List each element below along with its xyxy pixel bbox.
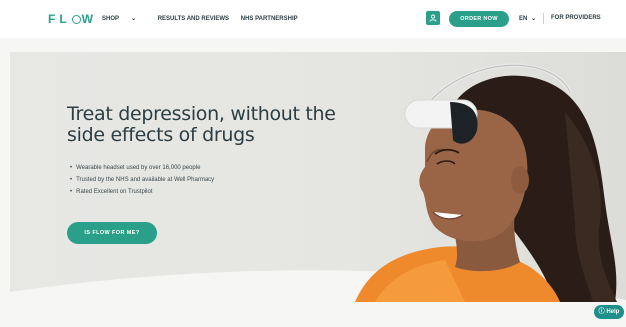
nav-shop-label: SHOP [102,16,120,22]
hero-headline: Treat depression, without the side effec… [67,103,336,146]
chevron-down-icon: ⌄ [131,16,137,22]
nav-item-nhs-partnership[interactable]: NHS PARTNERSHIP [241,16,298,22]
for-providers-link[interactable]: FOR PROVIDERS [551,15,601,21]
help-button[interactable]: ⓘ Help [594,305,624,319]
list-item: Trusted by the NHS and available at Well… [70,176,214,188]
language-label: EN [519,16,528,22]
nav-divider [543,13,544,24]
list-item: Rated Excellent on Trustpilot [70,188,214,200]
help-circle-icon: ⓘ [598,309,605,315]
order-now-button[interactable]: ORDER NOW [449,11,509,27]
chevron-down-icon: ⌄ [531,16,537,22]
nav-item-results-and-reviews[interactable]: RESULTS AND REVIEWS [158,16,229,22]
list-item: Wearable headset used by over 16,000 peo… [70,164,214,176]
user-icon [429,14,437,22]
language-selector[interactable]: EN ⌄ [519,15,536,22]
help-label: Help [606,309,620,315]
top-navigation: FL W SHOP ⌄ RESULTS AND REVIEWS NHS PARTNE… [0,0,626,38]
hero-photo-woman-with-headset [355,63,617,302]
nav-item-shop[interactable]: SHOP ⌄ [102,16,146,22]
flow-logo[interactable]: FL W [48,12,97,26]
nav-links: SHOP ⌄ RESULTS AND REVIEWS NHS PARTNERSHI… [102,15,308,22]
account-button[interactable] [426,11,440,25]
is-flow-for-me-button[interactable]: IS FLOW FOR ME? [67,222,157,244]
hero-bullet-list: Wearable headset used by over 16,000 peo… [70,164,214,200]
